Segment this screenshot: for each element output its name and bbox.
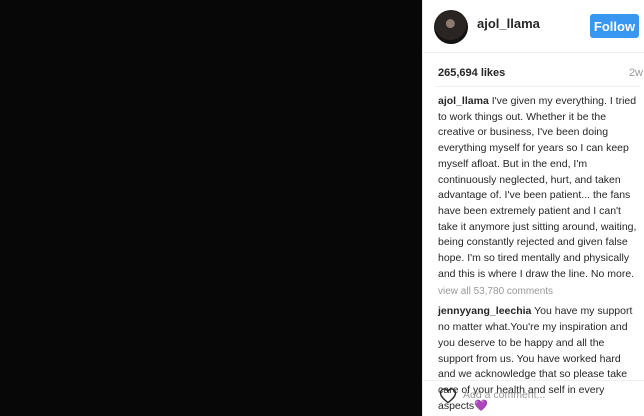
likes-row: 265,694 likes 2w	[423, 60, 644, 86]
follow-button[interactable]: Follow	[590, 14, 639, 38]
add-comment-input[interactable]	[463, 386, 633, 404]
avatar[interactable]	[434, 10, 468, 44]
post-header: ajol_llama Follow	[423, 0, 644, 53]
post-media[interactable]	[0, 0, 422, 416]
view-all-comments-link[interactable]: view all 53,780 comments	[438, 285, 641, 299]
caption-username[interactable]: ajol_llama	[438, 95, 489, 107]
comment-username[interactable]: jennyyang_leechia	[438, 305, 531, 317]
header-username[interactable]: ajol_llama	[477, 16, 540, 31]
likes-count[interactable]: 265,694 likes	[438, 67, 505, 79]
comments-section: ajol_llama I've given my everything. I t…	[438, 94, 641, 414]
comment-footer	[423, 380, 644, 410]
heart-outline-icon[interactable]	[439, 387, 457, 404]
post-sidebar: ajol_llama Follow 265,694 likes 2w ajol_…	[422, 0, 644, 416]
post-age[interactable]: 2w	[629, 67, 643, 79]
divider	[435, 86, 640, 87]
caption-text: I've given my everything. I tried to wor…	[438, 95, 637, 280]
caption: ajol_llama I've given my everything. I t…	[438, 94, 641, 282]
